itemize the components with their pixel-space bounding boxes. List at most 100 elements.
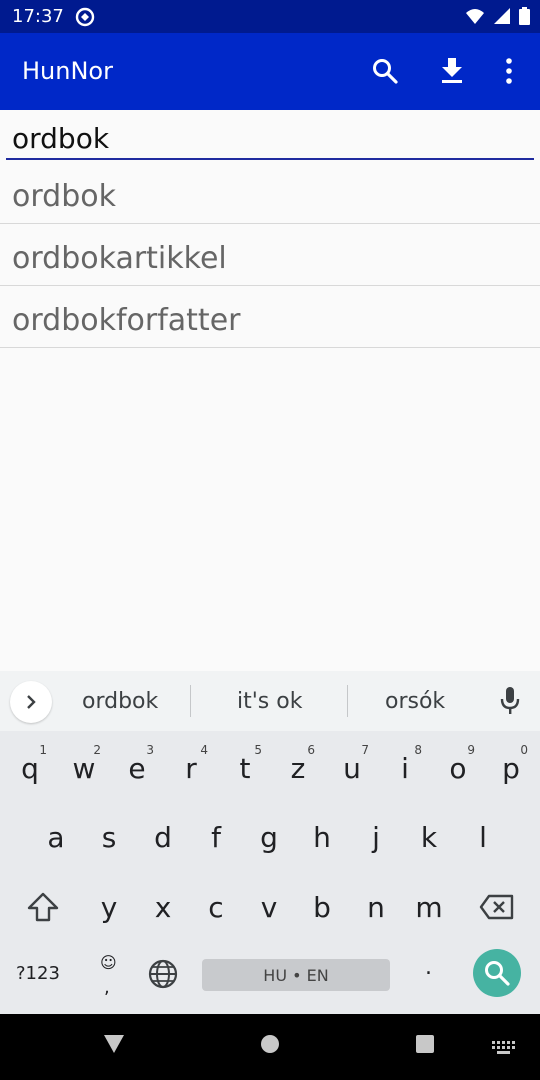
shift-icon xyxy=(27,892,59,922)
app-bar: HunNor xyxy=(0,33,540,110)
suggestion-label: ordbok xyxy=(12,179,116,214)
key-s[interactable]: s xyxy=(82,802,136,872)
suggestion-list: ordbok ordbokartikkel ordbokforfatter xyxy=(0,162,540,348)
key-label: p xyxy=(502,751,520,785)
app-title: HunNor xyxy=(22,57,113,85)
back-icon[interactable] xyxy=(103,1034,125,1058)
key-f[interactable]: f xyxy=(189,802,243,872)
search-input[interactable]: ordbok xyxy=(12,122,109,155)
key-hint: 6 xyxy=(307,743,315,757)
key-z[interactable]: z6 xyxy=(271,733,325,803)
keyboard-suggestion[interactable]: ordbok xyxy=(82,689,158,714)
key-hint: 9 xyxy=(467,743,475,757)
key-o[interactable]: o9 xyxy=(431,733,485,803)
suggestion-item[interactable]: ordbok xyxy=(0,162,540,224)
key-j[interactable]: j xyxy=(349,802,403,872)
key-q[interactable]: q1 xyxy=(3,733,57,803)
wifi-icon xyxy=(465,7,485,29)
keyboard-suggestion[interactable]: orsók xyxy=(385,689,445,714)
key-k[interactable]: k xyxy=(402,802,456,872)
key-hint: 2 xyxy=(93,743,101,757)
divider xyxy=(347,685,348,717)
microphone-icon[interactable] xyxy=(500,687,520,719)
key-n[interactable]: n xyxy=(349,872,403,942)
key-label: u xyxy=(343,751,361,785)
key-hint: 7 xyxy=(361,743,369,757)
key-b[interactable]: b xyxy=(295,872,349,942)
key-a[interactable]: a xyxy=(29,802,83,872)
key-hint: 0 xyxy=(520,743,528,757)
keyboard-switch-icon[interactable] xyxy=(492,1040,516,1059)
key-label: o xyxy=(449,751,467,785)
navigation-bar xyxy=(0,1014,540,1080)
key-d[interactable]: d xyxy=(136,802,190,872)
soft-keyboard: ordbok it's ok orsók q1 w2 e3 r4 t5 z6 u… xyxy=(0,671,540,1014)
search-underline xyxy=(6,158,534,160)
download-button[interactable] xyxy=(432,51,472,91)
key-r[interactable]: r4 xyxy=(164,733,218,803)
key-w[interactable]: w2 xyxy=(57,733,111,803)
key-g[interactable]: g xyxy=(242,802,296,872)
key-row-1: q1 w2 e3 r4 t5 z6 u7 i8 o9 p0 xyxy=(0,733,540,803)
suggestion-item[interactable]: ordbokforfatter xyxy=(0,286,540,348)
keyboard-suggestion[interactable]: it's ok xyxy=(237,689,302,714)
key-label: i xyxy=(401,751,409,785)
sync-icon xyxy=(74,6,96,28)
signal-icon xyxy=(493,7,511,29)
expand-toolbar-button[interactable] xyxy=(10,681,52,723)
key-hint: 1 xyxy=(39,743,47,757)
search-icon xyxy=(485,961,510,986)
key-label: e xyxy=(128,751,146,785)
more-vert-icon xyxy=(506,58,512,84)
globe-icon[interactable] xyxy=(148,959,178,993)
key-row-2: a s d f g h j k l xyxy=(0,802,540,872)
search-button[interactable] xyxy=(365,51,405,91)
suggestion-label: ordbokartikkel xyxy=(12,241,227,276)
key-label: q xyxy=(21,751,39,785)
key-v[interactable]: v xyxy=(242,872,296,942)
comma-key[interactable]: , xyxy=(104,977,110,998)
status-bar: 17:37 xyxy=(0,0,540,33)
backspace-key[interactable] xyxy=(470,872,524,942)
recents-icon[interactable] xyxy=(415,1034,435,1058)
period-key[interactable]: . xyxy=(425,955,432,980)
key-m[interactable]: m xyxy=(402,872,456,942)
key-hint: 3 xyxy=(146,743,154,757)
key-y[interactable]: y xyxy=(82,872,136,942)
battery-icon xyxy=(519,7,530,29)
key-label: t xyxy=(239,751,251,785)
keyboard-suggestion-strip: ordbok it's ok orsók xyxy=(0,671,540,731)
search-icon xyxy=(373,59,398,84)
key-x[interactable]: x xyxy=(136,872,190,942)
key-row-3: y x c v b n m xyxy=(0,872,540,942)
emoji-icon[interactable]: ☺ xyxy=(100,953,117,972)
key-u[interactable]: u7 xyxy=(325,733,379,803)
key-hint: 5 xyxy=(254,743,262,757)
shift-key[interactable] xyxy=(16,872,70,942)
key-hint: 8 xyxy=(414,743,422,757)
key-label: r xyxy=(185,751,197,785)
divider xyxy=(190,685,191,717)
key-e[interactable]: e3 xyxy=(110,733,164,803)
suggestion-label: ordbokforfatter xyxy=(12,303,241,338)
home-icon[interactable] xyxy=(260,1034,280,1058)
key-label: w xyxy=(72,751,96,785)
key-c[interactable]: c xyxy=(189,872,243,942)
key-t[interactable]: t5 xyxy=(218,733,272,803)
more-options-button[interactable] xyxy=(489,51,529,91)
key-row-bottom: ?123 ☺ , HU • EN . xyxy=(0,945,540,1015)
chevron-right-icon xyxy=(27,695,36,709)
status-time: 17:37 xyxy=(12,6,64,27)
space-key[interactable]: HU • EN xyxy=(202,959,390,991)
key-i[interactable]: i8 xyxy=(378,733,432,803)
status-icons xyxy=(465,7,530,29)
suggestion-item[interactable]: ordbokartikkel xyxy=(0,224,540,286)
key-p[interactable]: p0 xyxy=(484,733,538,803)
search-action-key[interactable] xyxy=(473,949,521,997)
symbols-key[interactable]: ?123 xyxy=(16,963,60,984)
key-hint: 4 xyxy=(200,743,208,757)
backspace-icon xyxy=(479,894,514,920)
key-label: z xyxy=(290,751,306,785)
key-l[interactable]: l xyxy=(456,802,510,872)
key-h[interactable]: h xyxy=(295,802,349,872)
